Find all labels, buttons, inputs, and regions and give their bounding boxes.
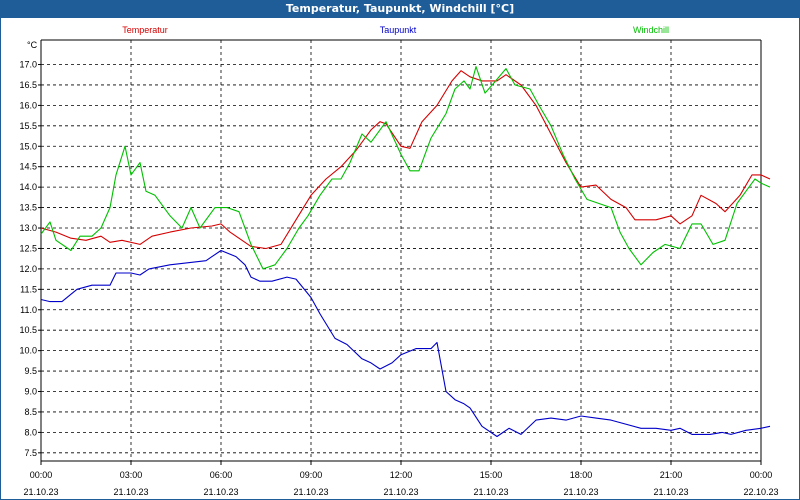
y-tick-label: 15.5 (19, 121, 37, 131)
y-tick-label: 7.5 (24, 448, 37, 458)
x-tick-date: 21.10.23 (473, 487, 508, 497)
y-tick-label: 10.5 (19, 325, 37, 335)
y-tick-label: 12.5 (19, 243, 37, 253)
legend-taupunkt: Taupunkt (380, 25, 417, 35)
y-tick-label: 16.0 (19, 100, 37, 110)
x-tick-time: 15:00 (480, 470, 503, 480)
x-tick-time: 06:00 (210, 470, 233, 480)
y-tick-label: 17.0 (19, 60, 37, 70)
x-tick-time: 00:00 (30, 470, 53, 480)
y-tick-label: 13.5 (19, 203, 37, 213)
x-tick-time: 03:00 (120, 470, 143, 480)
x-tick-date: 21.10.23 (203, 487, 238, 497)
x-tick-date: 22.10.23 (743, 487, 778, 497)
chart-frame: 7.5 8.0 8.5 9.0 9.5 10.0 10.5 11.0 11.5 12.0 12.5 1… (0, 18, 800, 500)
y-tick-label: 11.0 (20, 305, 37, 315)
legend-temperatur: Temperatur (122, 25, 168, 35)
x-tick-time: 09:00 (300, 470, 323, 480)
legend-windchill: Windchill (633, 25, 669, 35)
y-tick-label: 9.5 (24, 366, 37, 376)
y-tick-label: 10.0 (19, 346, 37, 356)
x-tick-date: 21.10.23 (563, 487, 598, 497)
y-tick-label: 9.0 (24, 387, 37, 397)
legend: Temperatur Taupunkt Windchill (122, 25, 669, 35)
y-tick-label: 16.5 (19, 80, 37, 90)
x-tick-date: 21.10.23 (293, 487, 328, 497)
window-title: Temperatur, Taupunkt, Windchill [°C] (0, 0, 800, 18)
x-tick-time: 18:00 (570, 470, 593, 480)
y-tick-label: 11.5 (20, 284, 37, 294)
y-tick-label: 8.0 (24, 427, 37, 437)
y-axis-label: °C (27, 40, 38, 50)
y-tick-label: 12.0 (19, 264, 37, 274)
x-tick-date: 21.10.23 (383, 487, 418, 497)
x-tick-date: 21.10.23 (23, 487, 58, 497)
x-tick-time: 00:00 (750, 470, 773, 480)
y-tick-label: 14.0 (19, 182, 37, 192)
y-tick-label: 8.5 (24, 407, 37, 417)
y-tick-label: 13.0 (19, 223, 37, 233)
y-tick-label: 15.0 (19, 141, 37, 151)
y-tick-label: 14.5 (19, 162, 37, 172)
x-tick-date: 21.10.23 (113, 487, 148, 497)
x-tick-time: 12:00 (390, 470, 413, 480)
x-tick-date: 21.10.23 (653, 487, 688, 497)
x-tick-time: 21:00 (660, 470, 683, 480)
line-chart: 7.5 8.0 8.5 9.0 9.5 10.0 10.5 11.0 11.5 12.0 12.5 1… (19, 25, 778, 497)
